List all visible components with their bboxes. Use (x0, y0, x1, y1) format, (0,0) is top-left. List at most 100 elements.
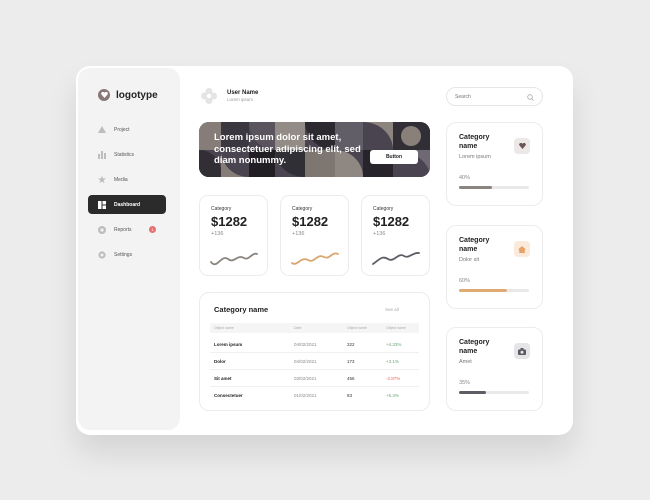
data-table-card: Category name See all Object name Date O… (199, 292, 430, 411)
column-header[interactable]: Date (294, 326, 301, 330)
avatar (201, 88, 217, 104)
heart-icon[interactable] (514, 138, 530, 154)
card-subtitle: Dolor sit (459, 257, 480, 263)
sidebar-item-label: Media (114, 176, 128, 183)
table-row[interactable]: Sit amet 03/02/2021 456 -2.87% (210, 370, 419, 387)
row-value: 322 (347, 342, 355, 347)
sidebar-item-label: Dashboard (114, 201, 141, 208)
bar-chart-icon (98, 150, 106, 159)
stat-category: Category (373, 206, 394, 212)
sidebar-item-reports[interactable]: Reports 1 (88, 220, 166, 239)
row-name: Dolor (214, 359, 226, 364)
row-change: -2.87% (386, 376, 401, 381)
card-title: Category name (459, 237, 490, 253)
row-date: 01/02/2021 (294, 393, 317, 398)
app-window: logotype Project Statistics Media Dashbo… (76, 66, 573, 435)
star-icon (98, 175, 106, 184)
card-subtitle: Amet (459, 359, 472, 365)
row-change: +3.1% (386, 359, 399, 364)
stat-value: $1282 (211, 214, 248, 229)
user-profile[interactable]: User Name Lorem ipsum (201, 88, 258, 104)
sidebar-nav: Project Statistics Media Dashboard Repor… (88, 120, 166, 270)
stat-delta: +136 (292, 231, 305, 237)
sidebar: logotype Project Statistics Media Dashbo… (78, 68, 180, 430)
user-name: User Name (227, 90, 259, 96)
progress-bar (459, 289, 529, 292)
search-icon (527, 88, 534, 106)
row-value: 173 (347, 359, 355, 364)
stat-delta: +136 (211, 231, 224, 237)
close-icon[interactable] (410, 72, 418, 85)
card-percent: 60% (459, 278, 471, 284)
search-input[interactable]: Search (446, 87, 543, 106)
category-card[interactable]: Category name Lorem ipsum 40% (446, 122, 543, 206)
progress-fill (459, 391, 487, 394)
progress-bar (459, 186, 529, 189)
column-header[interactable]: Object name (347, 326, 367, 330)
sparkline (210, 252, 258, 266)
table-row[interactable]: Consectetuer 01/02/2021 83 +5.3% (210, 387, 419, 404)
card-subtitle: Lorem ipsum (459, 154, 491, 160)
logo-text: logotype (116, 89, 158, 101)
table-row[interactable]: Lorem ipsum 04/02/2021 322 +4.33% (210, 336, 419, 353)
search-placeholder: Search (455, 93, 471, 100)
column-header[interactable]: Object name (386, 326, 406, 330)
card-percent: 35% (459, 380, 471, 386)
banner-button[interactable]: Button (370, 150, 418, 164)
row-date: 03/02/2021 (294, 376, 317, 381)
logo[interactable]: logotype (98, 89, 158, 101)
card-title: Category name (459, 339, 490, 355)
row-change: +4.33% (386, 342, 402, 347)
logo-heart-icon (98, 89, 110, 101)
row-date: 04/02/2021 (294, 359, 317, 364)
stat-delta: +136 (373, 231, 386, 237)
sidebar-item-dashboard[interactable]: Dashboard (88, 195, 166, 214)
table-title: Category name (214, 305, 269, 314)
stat-value: $1282 (373, 214, 410, 229)
sidebar-item-statistics[interactable]: Statistics (88, 145, 166, 164)
row-date: 04/02/2021 (294, 342, 317, 347)
dashboard-icon (98, 200, 106, 209)
triangle-icon (98, 126, 106, 134)
table-row[interactable]: Dolor 04/02/2021 173 +3.1% (210, 353, 419, 370)
stat-category: Category (292, 206, 313, 212)
progress-fill (459, 289, 508, 292)
row-value: 456 (347, 376, 355, 381)
stat-category: Category (211, 206, 232, 212)
row-name: Sit amet (214, 376, 232, 381)
sidebar-item-project[interactable]: Project (88, 120, 166, 139)
row-name: Consectetuer (214, 393, 243, 398)
promo-banner: Lorem ipsum dolor sit amet, consectetuer… (199, 122, 430, 177)
circle-icon (98, 225, 106, 234)
notification-badge: 1 (149, 226, 156, 233)
stat-card[interactable]: Category $1282 +136 (199, 195, 268, 276)
stat-card[interactable]: Category $1282 +136 (280, 195, 349, 276)
sidebar-item-label: Statistics (114, 151, 135, 158)
sidebar-item-label: Reports (114, 226, 132, 233)
see-all-link[interactable]: See all (385, 307, 399, 312)
sidebar-item-label: Project (114, 126, 130, 133)
row-value: 83 (347, 393, 353, 398)
sidebar-item-media[interactable]: Media (88, 170, 166, 189)
user-info: User Name Lorem ipsum (227, 90, 258, 102)
category-card[interactable]: Category name Amet 35% (446, 327, 543, 411)
category-card[interactable]: Category name Dolor sit 60% (446, 225, 543, 309)
sparkline (372, 252, 420, 265)
progress-bar (459, 391, 529, 394)
row-name: Lorem ipsum (214, 342, 243, 347)
card-title: Category name (459, 134, 490, 150)
table-header: Object name Date Object name Object name (210, 323, 419, 333)
sidebar-item-settings[interactable]: Settings (88, 245, 166, 264)
stat-value: $1282 (292, 214, 329, 229)
column-header[interactable]: Object name (214, 326, 234, 330)
gear-icon (98, 250, 106, 259)
sidebar-item-label: Settings (114, 251, 133, 258)
user-subtitle: Lorem ipsum (227, 97, 254, 102)
stat-card[interactable]: Category $1282 +136 (361, 195, 430, 276)
camera-icon[interactable] (514, 343, 530, 359)
home-icon[interactable] (514, 241, 530, 257)
sparkline (291, 252, 339, 265)
progress-fill (459, 186, 492, 189)
row-change: +5.3% (386, 393, 399, 398)
card-percent: 40% (459, 175, 471, 181)
